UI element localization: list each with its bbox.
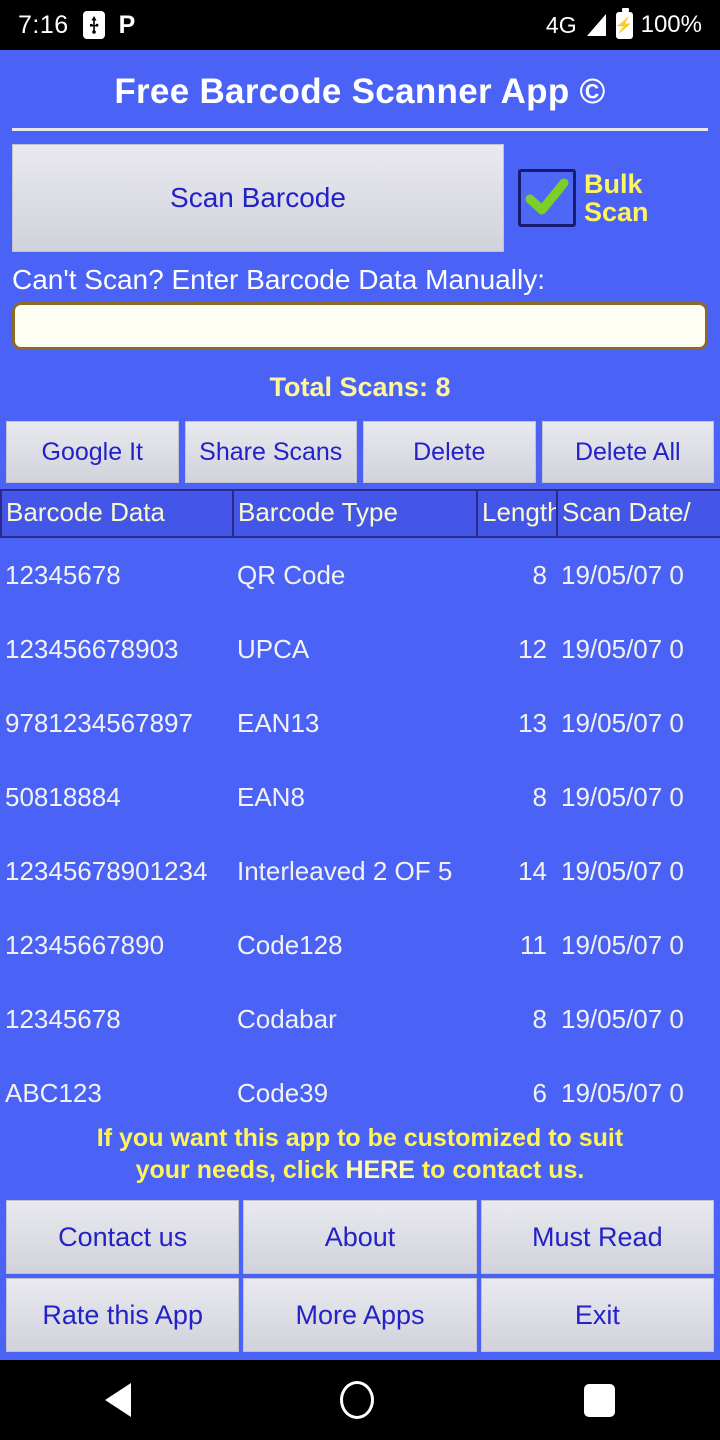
- table-header: Barcode Data Barcode Type Length Scan Da…: [0, 489, 720, 538]
- cell-length: 6: [532, 1078, 547, 1108]
- home-icon[interactable]: [340, 1381, 375, 1419]
- promo-line-2: your needs, click HERE to contact us.: [20, 1154, 700, 1186]
- table-row[interactable]: 12345678901234 Interleaved 2 OF 5 14 19/05/…: [1, 834, 720, 908]
- cell-scan-date: 19/05/07 0: [561, 856, 684, 886]
- promo-here-link[interactable]: HERE: [345, 1156, 414, 1184]
- cell-barcode-type: EAN13: [237, 708, 320, 738]
- recents-icon[interactable]: [584, 1383, 616, 1417]
- cell-barcode-data: 9781234567897: [5, 708, 193, 738]
- cell-scan-date: 19/05/07 0: [561, 634, 684, 664]
- table-row[interactable]: 50818884 EAN8 8 19/05/07 0: [1, 760, 720, 834]
- scan-row: Scan Barcode Bulk Scan: [0, 144, 720, 252]
- cell-barcode-data: 123456678903: [5, 634, 179, 664]
- scans-table-wrapper[interactable]: Barcode Data Barcode Type Length Scan Da…: [0, 489, 720, 1116]
- table-body: 12345678 QR Code 8 19/05/07 0 123456678903 UP…: [1, 537, 720, 1116]
- cell-barcode-type: Code39: [237, 1078, 329, 1108]
- cell-scan-date: 19/05/07 0: [561, 708, 684, 738]
- cell-barcode-data: 50818884: [5, 782, 121, 812]
- title-divider: [12, 128, 708, 131]
- contact-us-button[interactable]: Contact us: [6, 1200, 240, 1274]
- delete-all-button[interactable]: Delete All: [541, 421, 714, 483]
- action-button-row: Google It Share Scans Delete Delete All: [0, 421, 720, 483]
- share-scans-button[interactable]: Share Scans: [184, 421, 357, 483]
- cell-scan-date: 19/05/07 0: [561, 1004, 684, 1034]
- rate-this-app-button[interactable]: Rate this App: [6, 1278, 240, 1352]
- cell-length: 8: [532, 782, 547, 812]
- promo-line-2-before: your needs, click: [135, 1156, 346, 1184]
- scans-table: Barcode Data Barcode Type Length Scan Da…: [0, 489, 720, 1116]
- status-bar-left: 7:16 P: [18, 11, 135, 40]
- cell-barcode-data: 12345678901234: [5, 856, 208, 886]
- usb-icon: [82, 11, 105, 39]
- cell-barcode-type: UPCA: [237, 634, 310, 664]
- cell-length: 11: [520, 930, 547, 960]
- app-content: Free Barcode Scanner App © Scan Barcode …: [0, 50, 720, 1360]
- cell-barcode-data: ABC123: [5, 1078, 102, 1108]
- status-clock: 7:16: [18, 10, 69, 39]
- promo-text[interactable]: If you want this app to be customized to…: [0, 1116, 720, 1200]
- cell-barcode-data: 12345678: [5, 1004, 121, 1034]
- bulk-scan-label: Bulk Scan: [584, 168, 649, 227]
- back-icon[interactable]: [104, 1383, 131, 1417]
- table-row[interactable]: 12345678 QR Code 8 19/05/07 0: [1, 537, 720, 612]
- table-row[interactable]: 12345667890 Code128 11 19/05/07 0: [1, 908, 720, 982]
- bulk-scan-checkbox[interactable]: [518, 169, 576, 227]
- page-title: Free Barcode Scanner App ©: [114, 72, 606, 111]
- p-app-icon: P: [118, 10, 136, 39]
- status-bar-right: 4G ⚡ 100%: [545, 7, 702, 39]
- table-row[interactable]: 12345678 Codabar 8 19/05/07 0: [1, 982, 720, 1056]
- cell-barcode-type: Code128: [237, 930, 343, 960]
- total-scans-label: Total Scans: 8: [269, 372, 451, 402]
- cell-barcode-data: 12345678: [5, 560, 121, 590]
- promo-line-1: If you want this app to be customized to…: [96, 1124, 624, 1152]
- table-row[interactable]: 9781234567897 EAN13 13 19/05/07 0: [1, 686, 720, 760]
- android-navigation-bar: [0, 1360, 720, 1440]
- cell-scan-date: 19/05/07 0: [561, 560, 684, 590]
- phone-screen: 7:16 P 4G ⚡ 100% Free Barcode Scanner Ap…: [0, 0, 720, 1440]
- cell-length: 13: [518, 708, 547, 738]
- column-header-scan-date[interactable]: Scan Date/: [557, 489, 720, 538]
- cell-length: 8: [532, 1004, 547, 1034]
- cell-length: 8: [532, 560, 547, 590]
- table-row[interactable]: ABC123 Code39 6 19/05/07 0: [1, 1056, 720, 1116]
- manual-barcode-input[interactable]: [12, 302, 708, 350]
- must-read-button[interactable]: Must Read: [480, 1200, 714, 1274]
- google-it-button[interactable]: Google It: [6, 421, 179, 483]
- check-icon: [525, 178, 569, 215]
- more-apps-button[interactable]: More Apps: [243, 1278, 477, 1352]
- exit-button[interactable]: Exit: [480, 1278, 714, 1352]
- network-type-label: 4G: [545, 11, 577, 38]
- column-header-barcode-type[interactable]: Barcode Type: [233, 489, 478, 538]
- cell-barcode-type: EAN8: [237, 782, 305, 812]
- about-button[interactable]: About: [243, 1200, 477, 1274]
- delete-button[interactable]: Delete: [363, 421, 536, 483]
- column-header-length[interactable]: Length: [477, 489, 558, 538]
- table-row[interactable]: 123456678903 UPCA 12 19/05/07 0: [1, 612, 720, 686]
- cell-scan-date: 19/05/07 0: [561, 782, 684, 812]
- bulk-scan-control[interactable]: Bulk Scan: [518, 144, 708, 252]
- signal-bars-icon: [586, 14, 606, 36]
- table-header-row: Barcode Data Barcode Type Length Scan Da…: [0, 489, 720, 538]
- cell-scan-date: 19/05/07 0: [561, 1078, 684, 1108]
- cell-barcode-data: 12345667890: [5, 930, 165, 960]
- scan-barcode-button[interactable]: Scan Barcode: [12, 144, 504, 252]
- cell-barcode-type: Interleaved 2 OF 5: [237, 856, 453, 886]
- battery-percent-label: 100%: [640, 11, 702, 38]
- column-header-barcode-data[interactable]: Barcode Data: [0, 489, 234, 538]
- cell-barcode-type: QR Code: [237, 560, 346, 590]
- bulk-scan-label-line1: Bulk: [584, 168, 643, 199]
- cell-scan-date: 19/05/07 0: [561, 930, 684, 960]
- cell-length: 14: [518, 856, 547, 886]
- status-bar: 7:16 P 4G ⚡ 100%: [0, 0, 720, 50]
- bulk-scan-label-line2: Scan: [584, 197, 649, 227]
- cell-length: 12: [518, 634, 547, 664]
- cell-barcode-type: Codabar: [237, 1004, 337, 1034]
- battery-charging-icon: ⚡: [615, 7, 633, 39]
- manual-entry-label: Can't Scan? Enter Barcode Data Manually:: [12, 264, 545, 295]
- promo-line-2-after: to contact us.: [414, 1156, 585, 1184]
- bottom-button-grid: Contact us About Must Read Rate this App…: [0, 1200, 720, 1360]
